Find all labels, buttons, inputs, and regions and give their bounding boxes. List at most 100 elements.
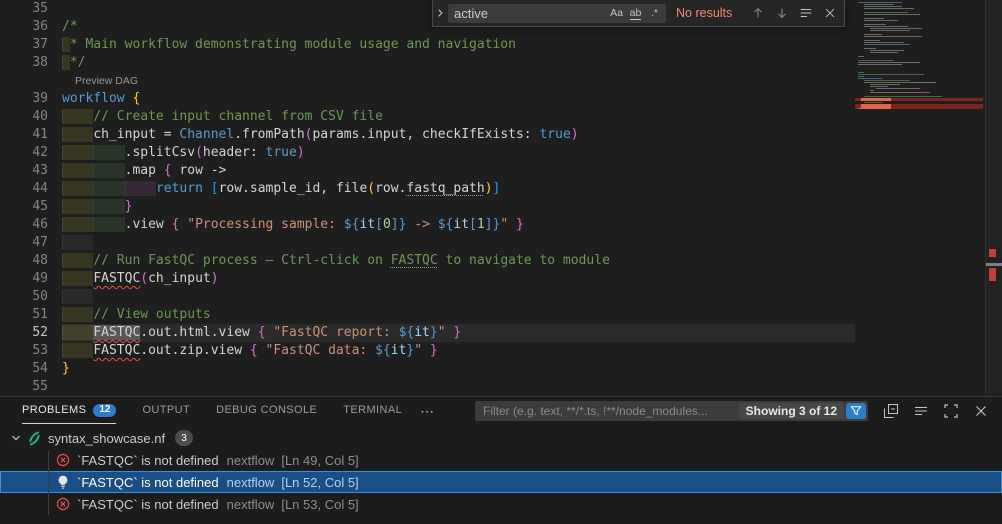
line-number[interactable]: 52 <box>0 324 62 342</box>
code-line[interactable]: 48 // Run FastQC process — Ctrl-click on… <box>0 252 855 270</box>
match-case-icon[interactable]: Aa <box>607 5 626 22</box>
collapse-all-icon[interactable] <box>882 402 900 420</box>
code-line[interactable]: 41 ch_input = Channel.fromPath(params.in… <box>0 126 855 144</box>
code-line[interactable]: 49 FASTQC(ch_input) <box>0 270 855 288</box>
line-number[interactable]: 42 <box>0 144 62 162</box>
problem-row[interactable]: `FASTQC` is not definednextflow[Ln 49, C… <box>0 449 1002 471</box>
problems-file-row[interactable]: syntax_showcase.nf 3 <box>0 427 1002 449</box>
line-number[interactable]: 54 <box>0 360 62 378</box>
line-content: FASTQC.out.html.view { "FastQC report: $… <box>62 324 461 342</box>
line-content: return [row.sample_id, file(row.fastq_pa… <box>62 180 500 198</box>
problem-source: nextflow <box>227 497 275 512</box>
tab-terminal[interactable]: TERMINAL <box>343 397 402 424</box>
tab-problems[interactable]: PROBLEMS12 <box>22 397 116 424</box>
line-number[interactable]: 39 <box>0 90 62 108</box>
line-number[interactable]: 44 <box>0 180 62 198</box>
minimap-line <box>858 64 902 65</box>
problem-position: [Ln 53, Col 5] <box>281 497 358 512</box>
problems-total-badge: 12 <box>93 404 116 417</box>
filter-funnel-icon[interactable] <box>846 403 866 419</box>
code-line[interactable]: 42 .splitCsv(header: true) <box>0 144 855 162</box>
line-content: workflow { <box>62 90 140 108</box>
chevron-down-icon[interactable] <box>8 430 24 446</box>
find-in-selection-icon[interactable] <box>795 3 816 24</box>
line-number[interactable] <box>0 72 62 90</box>
view-as-table-icon[interactable] <box>912 402 930 420</box>
line-number[interactable]: 35 <box>0 0 62 18</box>
code-editor[interactable]: 3536/*37 * Main workflow demonstrating m… <box>0 0 855 396</box>
tab-label: TERMINAL <box>343 404 402 416</box>
problems-filter-box: Showing 3 of 12 <box>475 401 868 421</box>
problem-message: `FASTQC` is not defined <box>77 453 219 468</box>
line-number[interactable]: 48 <box>0 252 62 270</box>
tab-output[interactable]: OUTPUT <box>142 397 190 424</box>
line-number[interactable]: 45 <box>0 198 62 216</box>
minimap-error-marker <box>855 106 983 109</box>
line-number[interactable]: 46 <box>0 216 62 234</box>
close-find-icon[interactable] <box>819 3 840 24</box>
regex-icon[interactable]: .* <box>645 5 664 22</box>
problem-row[interactable]: `FASTQC` is not definednextflow[Ln 52, C… <box>0 471 1002 493</box>
line-number[interactable]: 38 <box>0 54 62 72</box>
tab-label: DEBUG CONSOLE <box>216 404 317 416</box>
line-number[interactable]: 50 <box>0 288 62 306</box>
code-line[interactable]: 54} <box>0 360 855 378</box>
line-content: } <box>62 360 70 378</box>
line-number[interactable]: 43 <box>0 162 62 180</box>
code-line[interactable]: 38 */ <box>0 54 855 72</box>
problems-filter-input[interactable] <box>475 404 739 418</box>
line-number[interactable]: 51 <box>0 306 62 324</box>
close-panel-icon[interactable] <box>972 402 990 420</box>
line-number[interactable]: 53 <box>0 342 62 360</box>
line-content: .map { row -> <box>62 162 226 180</box>
line-number[interactable]: 41 <box>0 126 62 144</box>
problem-row[interactable]: `FASTQC` is not defined nextflow [Ln 53, C… <box>0 493 1002 515</box>
maximize-panel-icon[interactable] <box>942 402 960 420</box>
codelens-row[interactable]: Preview DAG <box>0 72 855 90</box>
code-line[interactable]: 53 FASTQC.out.zip.view { "FastQC data: $… <box>0 342 855 360</box>
lightbulb-icon <box>55 474 71 490</box>
tab-debug-console[interactable]: DEBUG CONSOLE <box>216 397 317 424</box>
code-line[interactable]: 47 <box>0 234 855 252</box>
code-line[interactable]: 50 <box>0 288 855 306</box>
line-content: // View outputs <box>62 306 211 324</box>
code-line[interactable]: 51 // View outputs <box>0 306 855 324</box>
line-number[interactable]: 55 <box>0 378 62 396</box>
line-number[interactable]: 37 <box>0 36 62 54</box>
code-line[interactable]: 55 <box>0 378 855 396</box>
code-line[interactable]: 46 .view { "Processing sample: ${it[0]} … <box>0 216 855 234</box>
line-content: // Create input channel from CSV file <box>62 108 383 126</box>
error-icon <box>55 496 71 512</box>
problem-message: `FASTQC` is not defined <box>77 497 219 512</box>
code-line[interactable]: 45 } <box>0 198 855 216</box>
code-line[interactable]: 39workflow { <box>0 90 855 108</box>
toggle-replace-icon[interactable] <box>433 0 448 26</box>
minimap-line <box>864 20 898 21</box>
code-line[interactable]: 37 * Main workflow demonstrating module … <box>0 36 855 54</box>
overview-ruler[interactable] <box>985 0 1002 396</box>
minimap-line <box>864 14 920 15</box>
line-content: */ <box>62 54 85 72</box>
code-line[interactable]: 44 return [row.sample_id, file(row.fastq… <box>0 180 855 198</box>
minimap[interactable] <box>855 0 983 396</box>
whole-word-icon[interactable]: ab <box>626 5 645 22</box>
find-input[interactable] <box>454 6 607 21</box>
code-line[interactable]: 43 .map { row -> <box>0 162 855 180</box>
line-number[interactable]: 40 <box>0 108 62 126</box>
find-widget: Aa ab .* No results <box>432 0 845 27</box>
line-number[interactable]: 47 <box>0 234 62 252</box>
minimap-line <box>870 52 898 53</box>
tree-indent-guide <box>48 451 49 515</box>
code-line[interactable]: 52 FASTQC.out.html.view { "FastQC report… <box>0 324 855 342</box>
line-content: } <box>62 198 132 216</box>
more-tabs-icon[interactable]: ⋯ <box>420 404 434 418</box>
problem-position: [Ln 52, Col 5] <box>281 475 358 490</box>
code-line[interactable]: 40 // Create input channel from CSV file <box>0 108 855 126</box>
line-number[interactable]: 36 <box>0 18 62 36</box>
find-status: No results <box>676 6 732 20</box>
next-match-icon[interactable] <box>771 3 792 24</box>
minimap-line <box>864 44 910 45</box>
previous-match-icon[interactable] <box>747 3 768 24</box>
line-content <box>62 234 93 252</box>
line-number[interactable]: 49 <box>0 270 62 288</box>
